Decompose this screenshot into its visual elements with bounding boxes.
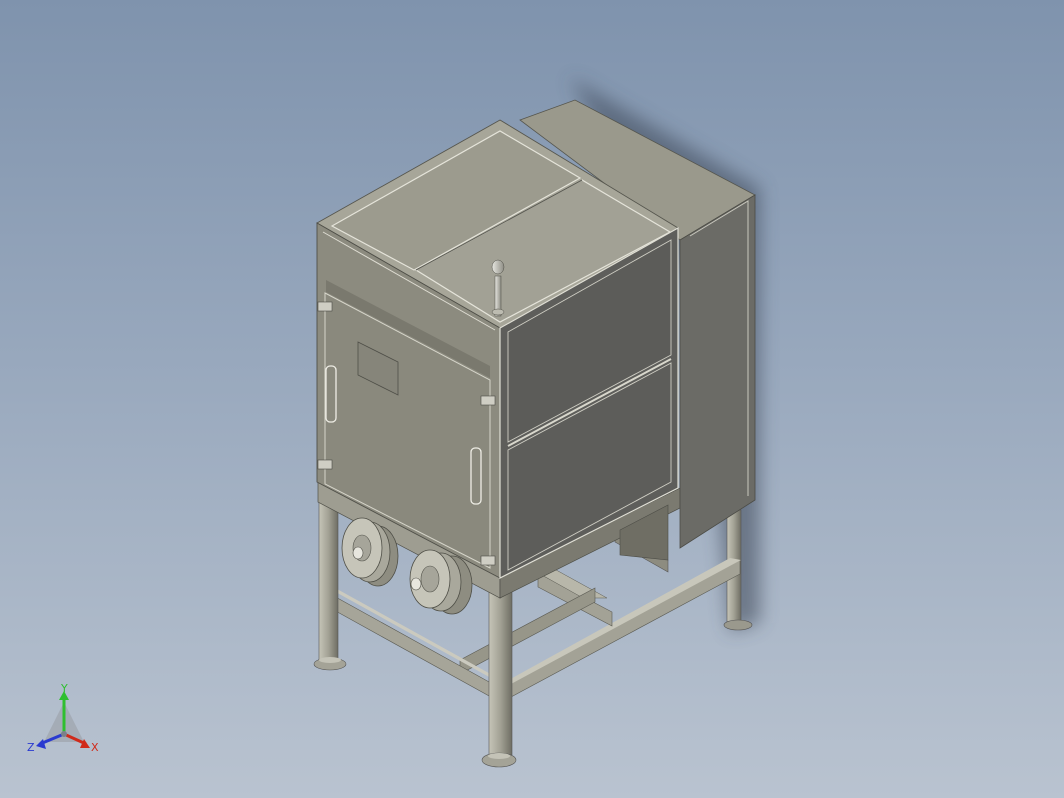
graphics-viewport[interactable]: Y X Z (0, 0, 1064, 798)
axis-triad[interactable]: Y X Z (24, 682, 104, 758)
y-axis-label: Y (60, 682, 68, 695)
cad-model-view[interactable] (0, 0, 1064, 798)
x-axis-label: X (91, 741, 99, 754)
z-axis-label: Z (27, 741, 35, 754)
axis-triad-graphic: Y X Z (27, 682, 99, 754)
